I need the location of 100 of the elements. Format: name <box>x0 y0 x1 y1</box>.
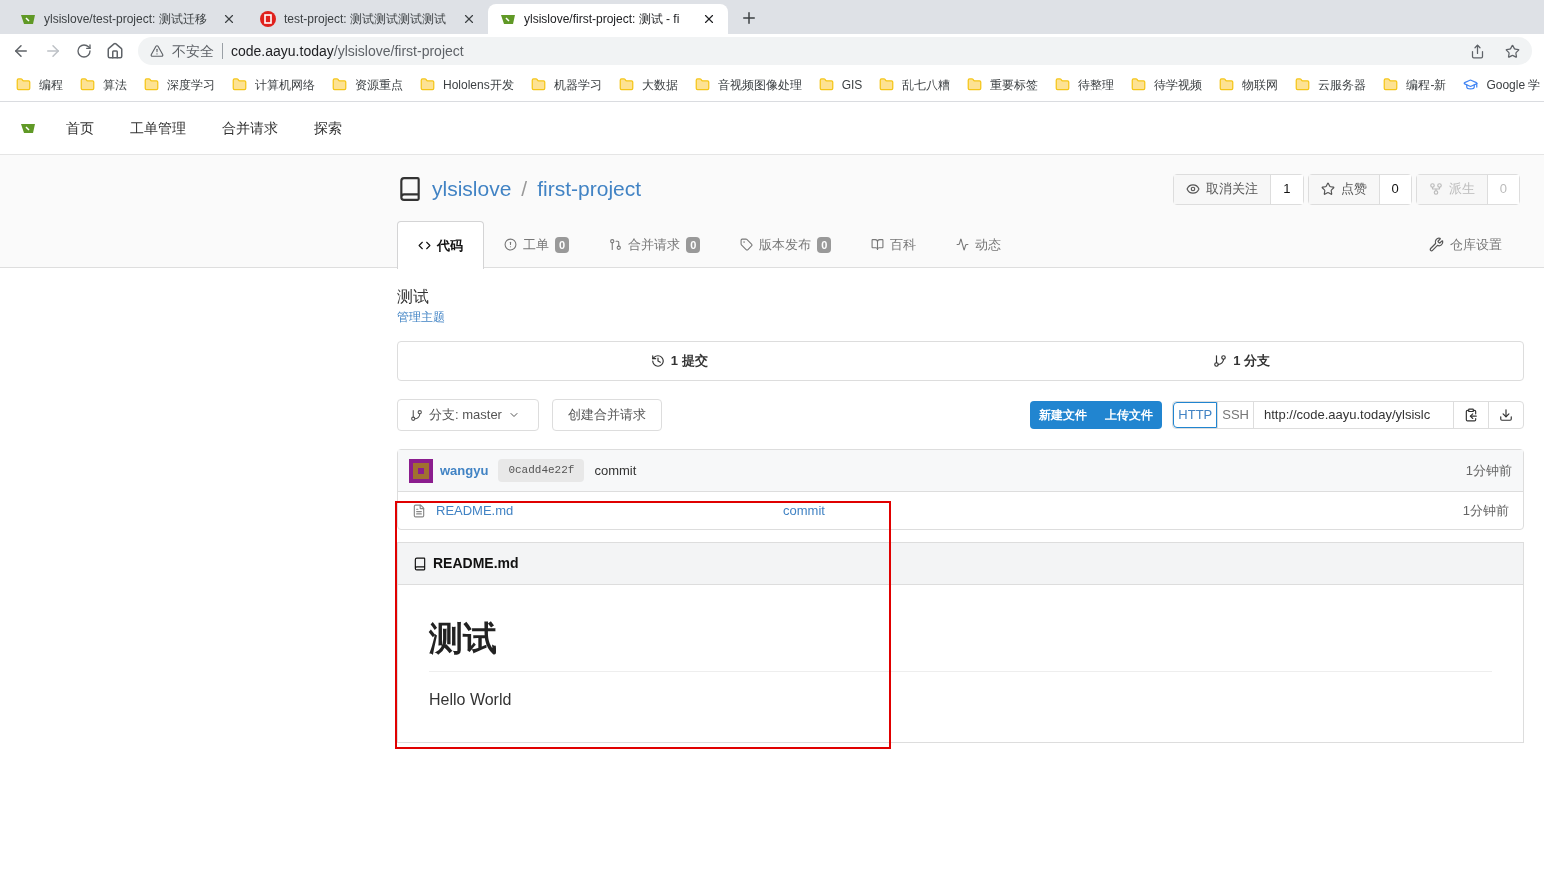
folder-icon <box>1295 77 1311 92</box>
tag-icon <box>740 238 754 251</box>
bookmark[interactable]: 物联网 <box>1219 75 1279 94</box>
download-icon <box>1499 408 1513 422</box>
browser-tab[interactable]: ylsislove/test-project: 测试迁移 <box>8 4 248 34</box>
bookmark-star-icon[interactable] <box>1505 43 1520 59</box>
bookmark[interactable]: 大数据 <box>618 75 678 94</box>
repo-tab[interactable]: 工单 0 <box>484 221 590 268</box>
protocol-button[interactable]: SSH <box>1217 402 1253 428</box>
book-icon <box>871 238 885 251</box>
readme-text: Hello World <box>429 690 513 710</box>
file-commit-message[interactable]: commit <box>783 500 825 521</box>
bookmark[interactable]: Google 学 <box>1463 75 1541 94</box>
action-count: 0 <box>1378 174 1411 204</box>
bookmark[interactable]: 计算机网络 <box>232 75 315 94</box>
branch-dropdown[interactable]: 分支: master <box>397 399 539 431</box>
fork-icon <box>1428 182 1443 196</box>
close-icon[interactable] <box>222 12 236 26</box>
nav-link[interactable]: 合并请求 <box>222 117 278 139</box>
tab-title: ylsislove/first-project: 测试 - fi <box>524 11 681 28</box>
action-button[interactable]: 点赞 0 <box>1307 173 1412 205</box>
clone-url-field[interactable]: http://code.aayu.today/ylsislc <box>1253 402 1453 428</box>
url-text: code.aayu.today/ylsislove/first-project <box>231 41 465 61</box>
count-badge: 0 <box>686 236 701 253</box>
folder-icon <box>530 77 546 92</box>
bookmark[interactable]: 乱七八糟 <box>879 75 951 94</box>
bookmark[interactable]: 算法 <box>80 75 127 94</box>
new-tab-icon[interactable] <box>740 9 758 27</box>
owner-link[interactable]: ylsislove <box>432 173 512 205</box>
manage-topics-link[interactable]: 管理主题 <box>397 308 1524 326</box>
file-action-button[interactable]: 新建文件 <box>1030 401 1097 429</box>
create-pr-button[interactable]: 创建合并请求 <box>552 399 662 431</box>
action-label: 派生 <box>1448 180 1475 199</box>
action-count: 0 <box>1486 174 1519 204</box>
pulse-icon <box>956 238 970 251</box>
browser-tab[interactable]: ylsislove/first-project: 测试 - fi <box>488 4 728 34</box>
nav-link[interactable]: 探索 <box>314 117 342 139</box>
repo-tab[interactable]: 合并请求 0 <box>589 221 721 268</box>
bookmark[interactable]: 待整理 <box>1055 75 1115 94</box>
settings-tab[interactable]: 仓库设置 <box>1429 221 1502 268</box>
repo-tab[interactable]: 动态 <box>936 221 1022 268</box>
bookmark[interactable]: 待学视频 <box>1131 75 1203 94</box>
folder-icon <box>1055 77 1071 92</box>
repo-name-link[interactable]: first-project <box>537 173 642 205</box>
reload-icon[interactable] <box>76 43 92 59</box>
bookmark[interactable]: Hololens开发 <box>420 75 514 94</box>
file-action-button[interactable]: 上传文件 <box>1096 401 1163 429</box>
repo-tab[interactable]: 百科 <box>851 221 937 268</box>
warning-icon <box>150 44 164 58</box>
avatar-icon <box>409 458 433 483</box>
file-time: 1分钟前 <box>1462 501 1509 520</box>
alert-circle-icon <box>504 238 517 251</box>
graduation-cap-icon <box>1463 77 1479 92</box>
back-icon[interactable] <box>12 42 30 60</box>
close-icon[interactable] <box>462 12 476 26</box>
folder-icon <box>1219 77 1235 92</box>
action-button[interactable]: 取消关注 1 <box>1173 173 1304 205</box>
protocol-button[interactable]: HTTP <box>1173 402 1218 428</box>
repo-book-icon <box>397 176 423 202</box>
folder-icon <box>420 77 435 92</box>
branch-icon <box>410 408 423 422</box>
repo-tab[interactable]: 代码 <box>397 221 484 269</box>
action-count: 1 <box>1270 174 1303 204</box>
bookmark[interactable]: 云服务器 <box>1295 75 1367 94</box>
file-name[interactable]: README.md <box>436 500 783 521</box>
bookmark[interactable]: 重要标签 <box>967 75 1039 94</box>
share-icon[interactable] <box>1470 43 1485 59</box>
close-icon[interactable] <box>702 12 716 26</box>
tools-icon <box>1429 237 1444 252</box>
address-field[interactable]: 不安全 code.aayu.today/ylsislove/first-project <box>138 37 1532 65</box>
commit-sha[interactable]: 0cadd4e22f <box>498 459 585 482</box>
commit-author[interactable]: wangyu <box>440 460 489 481</box>
cup-logo-icon <box>20 13 36 25</box>
book-icon <box>413 556 427 571</box>
history-icon <box>650 354 665 368</box>
commit-message: commit <box>594 461 637 480</box>
folder-icon <box>232 77 247 92</box>
bookmark[interactable]: 音视频图像处理 <box>694 75 802 94</box>
home-icon[interactable] <box>106 42 124 60</box>
folder-icon <box>16 77 31 92</box>
bookmark[interactable]: 深度学习 <box>144 75 215 94</box>
stat-link[interactable]: 1 分支 <box>960 342 1523 380</box>
bookmark[interactable]: GIS <box>818 75 863 94</box>
nav-link[interactable]: 工单管理 <box>130 117 186 139</box>
bookmark[interactable]: 机器学习 <box>530 75 602 94</box>
folder-icon <box>80 77 95 92</box>
bookmark[interactable]: 编程 <box>16 75 63 94</box>
action-label: 点赞 <box>1340 180 1367 199</box>
path-separator: / <box>521 176 528 203</box>
circle-logo-icon <box>260 11 276 27</box>
folder-icon <box>967 77 983 92</box>
security-label: 不安全 <box>172 41 214 61</box>
bookmark[interactable]: 编程-新 <box>1383 75 1447 94</box>
folder-icon <box>1383 77 1399 92</box>
stat-link[interactable]: 1 提交 <box>398 342 961 380</box>
nav-link[interactable]: 首页 <box>66 117 94 139</box>
browser-tab[interactable]: test-project: 测试测试测试测试 <box>248 4 488 34</box>
bookmark[interactable]: 资源重点 <box>332 75 403 94</box>
tab-title: ylsislove/test-project: 测试迁移 <box>44 11 208 28</box>
repo-tab[interactable]: 版本发布 0 <box>720 221 852 268</box>
